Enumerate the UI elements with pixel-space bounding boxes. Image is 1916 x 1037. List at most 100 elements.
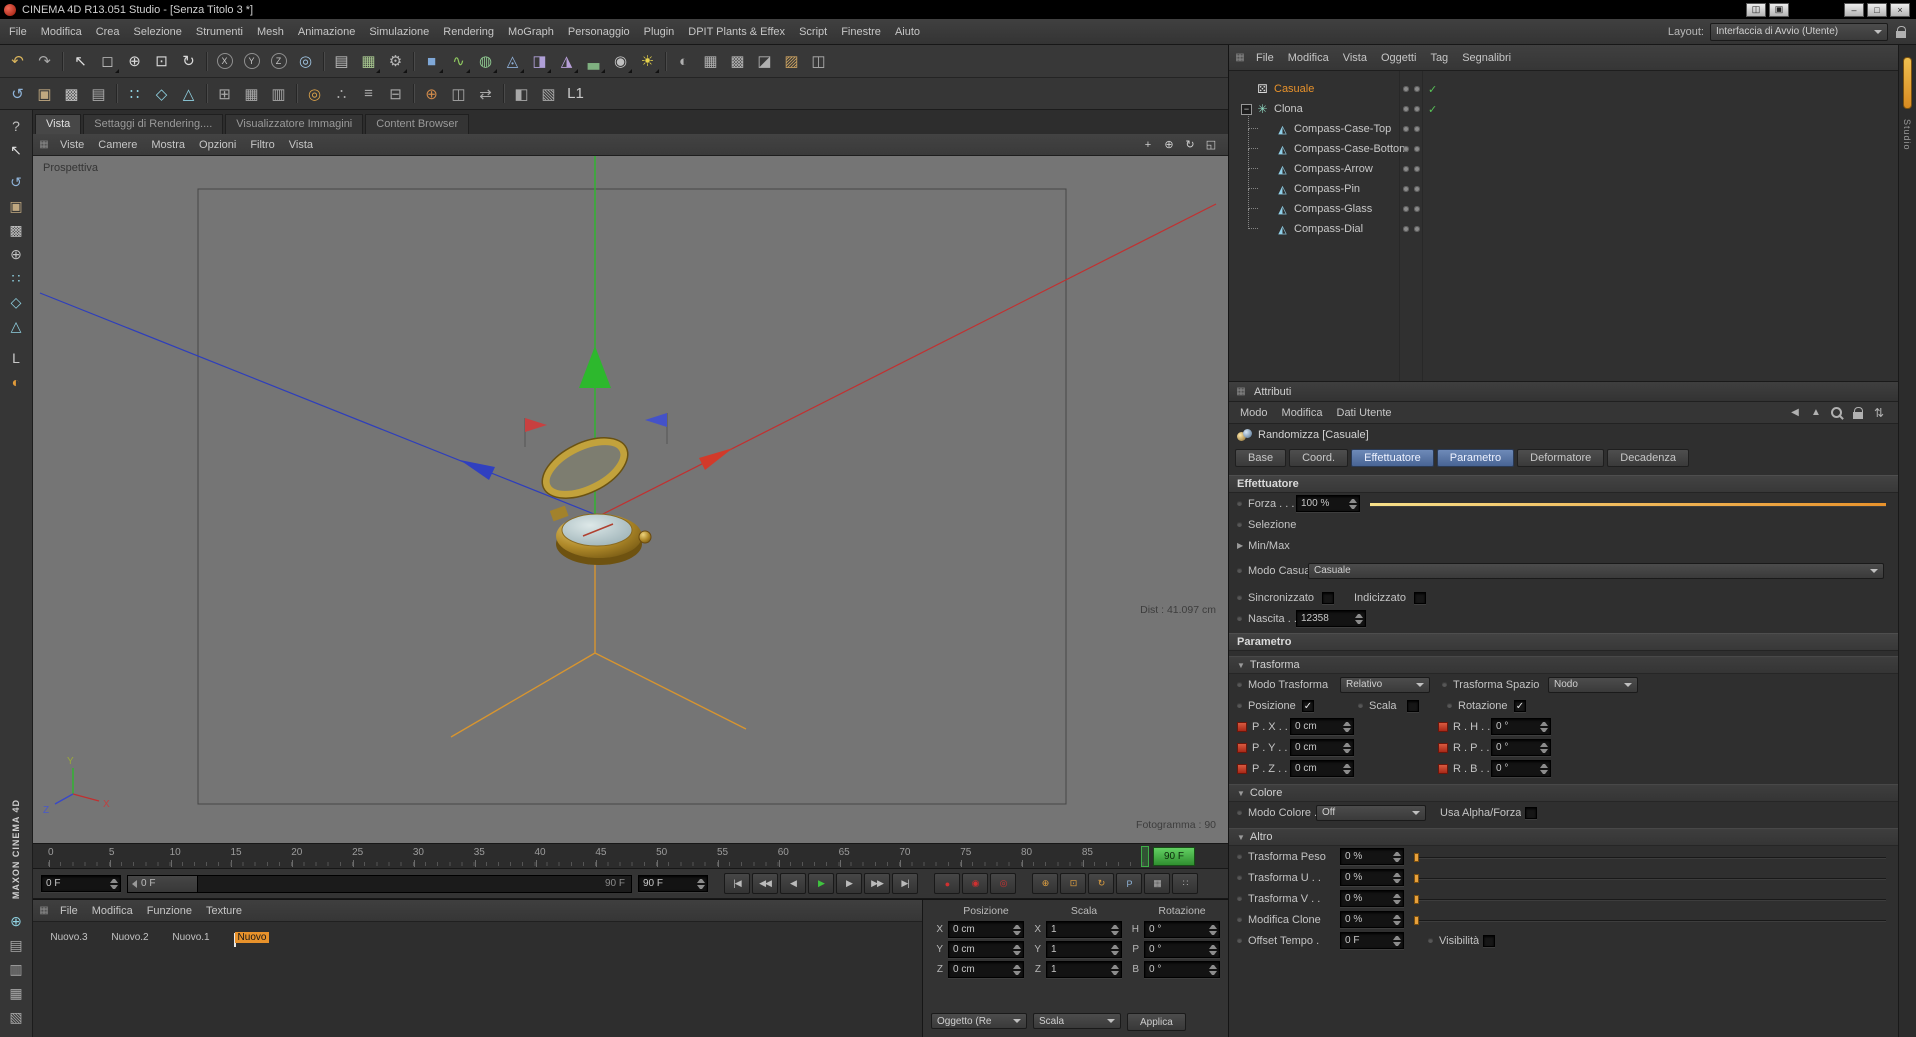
- spinner-icon[interactable]: [1111, 922, 1119, 937]
- scala-checkbox[interactable]: [1407, 700, 1419, 712]
- panel-grip-icon[interactable]: [37, 138, 51, 152]
- param-bullet[interactable]: [1442, 682, 1447, 687]
- object-tag-icon[interactable]: [1462, 183, 1475, 196]
- toolbar-icon[interactable]: ◎: [292, 48, 319, 75]
- transport-button[interactable]: ◀◀: [752, 873, 778, 894]
- toolbar-icon[interactable]: [292, 80, 301, 107]
- editor-visibility-dot[interactable]: [1403, 86, 1409, 92]
- record-button[interactable]: ◎: [990, 873, 1016, 894]
- key-toggle-button[interactable]: P: [1116, 873, 1142, 894]
- modo-colore-select[interactable]: Off: [1316, 805, 1426, 821]
- material-item[interactable]: Nuovo: [226, 929, 278, 946]
- menu-item[interactable]: Animazione: [291, 26, 362, 38]
- attribute-tab[interactable]: Base: [1235, 449, 1286, 467]
- spinner-icon[interactable]: [1393, 933, 1401, 948]
- object-tag-icon[interactable]: [1462, 143, 1475, 156]
- menu-item[interactable]: File: [2, 26, 34, 38]
- render-visibility-dot[interactable]: [1414, 126, 1420, 132]
- object-tag-icon[interactable]: [1447, 223, 1460, 236]
- render-visibility-dot[interactable]: [1414, 106, 1420, 112]
- toolbar-icon[interactable]: ▦: [355, 48, 382, 75]
- sincronizzato-checkbox[interactable]: [1322, 592, 1334, 604]
- menu-item[interactable]: Script: [792, 26, 834, 38]
- menu-item[interactable]: Selezione: [127, 26, 189, 38]
- offset-tempo-field[interactable]: 0 F: [1340, 932, 1404, 949]
- timeline-ruler[interactable]: 0510152025303540455055606570758085 90 F: [33, 843, 1228, 869]
- material-menu-item[interactable]: Funzione: [140, 905, 199, 917]
- param-bullet[interactable]: [1237, 568, 1242, 573]
- usa-alpha-checkbox[interactable]: [1525, 807, 1537, 819]
- spinner-icon[interactable]: [1540, 761, 1548, 776]
- material-item[interactable]: Nuovo.2: [104, 929, 156, 946]
- view-nav-icon[interactable]: ⊕: [1160, 137, 1178, 153]
- object-icon[interactable]: [1275, 162, 1290, 177]
- palette-icon[interactable]: [3, 338, 29, 346]
- toolbar-icon[interactable]: ☀: [634, 48, 661, 75]
- param-bullet[interactable]: [1358, 703, 1363, 708]
- material-name[interactable]: Nuovo.3: [47, 932, 90, 943]
- visibility-dots[interactable]: [1403, 186, 1420, 192]
- object-tag-icon[interactable]: [1447, 123, 1460, 136]
- toolbar-icon[interactable]: ▣: [31, 80, 58, 107]
- toolbar-icon[interactable]: ∷: [121, 80, 148, 107]
- red-rotation-flag[interactable]: [525, 418, 547, 432]
- toolbar-icon[interactable]: [319, 48, 328, 75]
- object-tag-icon[interactable]: [1462, 203, 1475, 216]
- palette-icon[interactable]: ↖: [3, 138, 29, 162]
- sync-icon[interactable]: [1872, 406, 1886, 420]
- expander-icon[interactable]: −: [1241, 104, 1252, 115]
- menu-item[interactable]: Personaggio: [561, 26, 637, 38]
- spinner-icon[interactable]: [1349, 496, 1357, 511]
- toolbar-icon[interactable]: ◍: [472, 48, 499, 75]
- lock-icon[interactable]: [1851, 406, 1865, 420]
- menu-item[interactable]: Finestre: [834, 26, 888, 38]
- param-bullet[interactable]: [1237, 875, 1242, 880]
- object-icon[interactable]: [1275, 142, 1290, 157]
- toolbar-icon[interactable]: ∴: [328, 80, 355, 107]
- palette-icon[interactable]: ▧: [3, 1005, 29, 1029]
- spinner-icon[interactable]: [1209, 942, 1217, 957]
- object-name[interactable]: Compass-Glass: [1294, 203, 1372, 215]
- position-field[interactable]: 0 cm: [948, 961, 1024, 978]
- material-menu-item[interactable]: Modifica: [85, 905, 140, 917]
- transport-button[interactable]: ▶▶: [864, 873, 890, 894]
- toolbar-icon[interactable]: ▩: [724, 48, 751, 75]
- toolbar-icon[interactable]: ◨: [526, 48, 553, 75]
- keyframe-square[interactable]: [1237, 764, 1247, 774]
- object-tag-icon[interactable]: [1447, 163, 1460, 176]
- param-bullet[interactable]: [1237, 703, 1242, 708]
- current-frame-field[interactable]: 0 F: [41, 875, 121, 892]
- toolbar-icon[interactable]: [499, 80, 508, 107]
- toolbar-icon[interactable]: ◉: [607, 48, 634, 75]
- modo-casuale-select[interactable]: Casuale: [1308, 563, 1884, 579]
- toolbar-icon[interactable]: ⊡: [148, 48, 175, 75]
- expanded-twisty-icon[interactable]: ▼: [1237, 789, 1245, 798]
- nascita-field[interactable]: 12358: [1296, 610, 1366, 627]
- rotation-component-field[interactable]: 0 °: [1491, 718, 1551, 735]
- toolbar-icon[interactable]: Y: [238, 48, 265, 75]
- object-row[interactable]: − Clona ✓: [1229, 99, 1898, 119]
- palette-icon[interactable]: ⊕: [3, 242, 29, 266]
- apply-button[interactable]: Applica: [1127, 1013, 1186, 1031]
- x-axis-arrow[interactable]: [699, 448, 733, 470]
- transport-button[interactable]: |◀: [724, 873, 750, 894]
- transport-button[interactable]: ▶|: [892, 873, 918, 894]
- toolbar-icon[interactable]: ▧: [535, 80, 562, 107]
- param-bullet[interactable]: [1237, 896, 1242, 901]
- menu-item[interactable]: Plugin: [637, 26, 682, 38]
- history-back-icon[interactable]: [1788, 406, 1802, 420]
- render-visibility-dot[interactable]: [1414, 146, 1420, 152]
- toolbar-icon[interactable]: [58, 48, 67, 75]
- view-nav-icon[interactable]: ◱: [1202, 137, 1220, 153]
- object-row[interactable]: − Compass-Case-Bottom ✓: [1229, 139, 1898, 159]
- altro-row-field[interactable]: 0 %: [1340, 890, 1404, 907]
- toolbar-icon[interactable]: ▩: [58, 80, 85, 107]
- toolbar-icon[interactable]: ⊟: [382, 80, 409, 107]
- altro-row-field[interactable]: 0 %: [1340, 869, 1404, 886]
- end-frame-field[interactable]: 90 F: [638, 875, 708, 892]
- material-name[interactable]: Nuovo.2: [108, 932, 151, 943]
- palette-icon[interactable]: ◐: [3, 370, 29, 394]
- rotation-component-field[interactable]: 0 °: [1491, 739, 1551, 756]
- visibility-dots[interactable]: [1403, 166, 1420, 172]
- object-tag-icon[interactable]: [1462, 223, 1475, 236]
